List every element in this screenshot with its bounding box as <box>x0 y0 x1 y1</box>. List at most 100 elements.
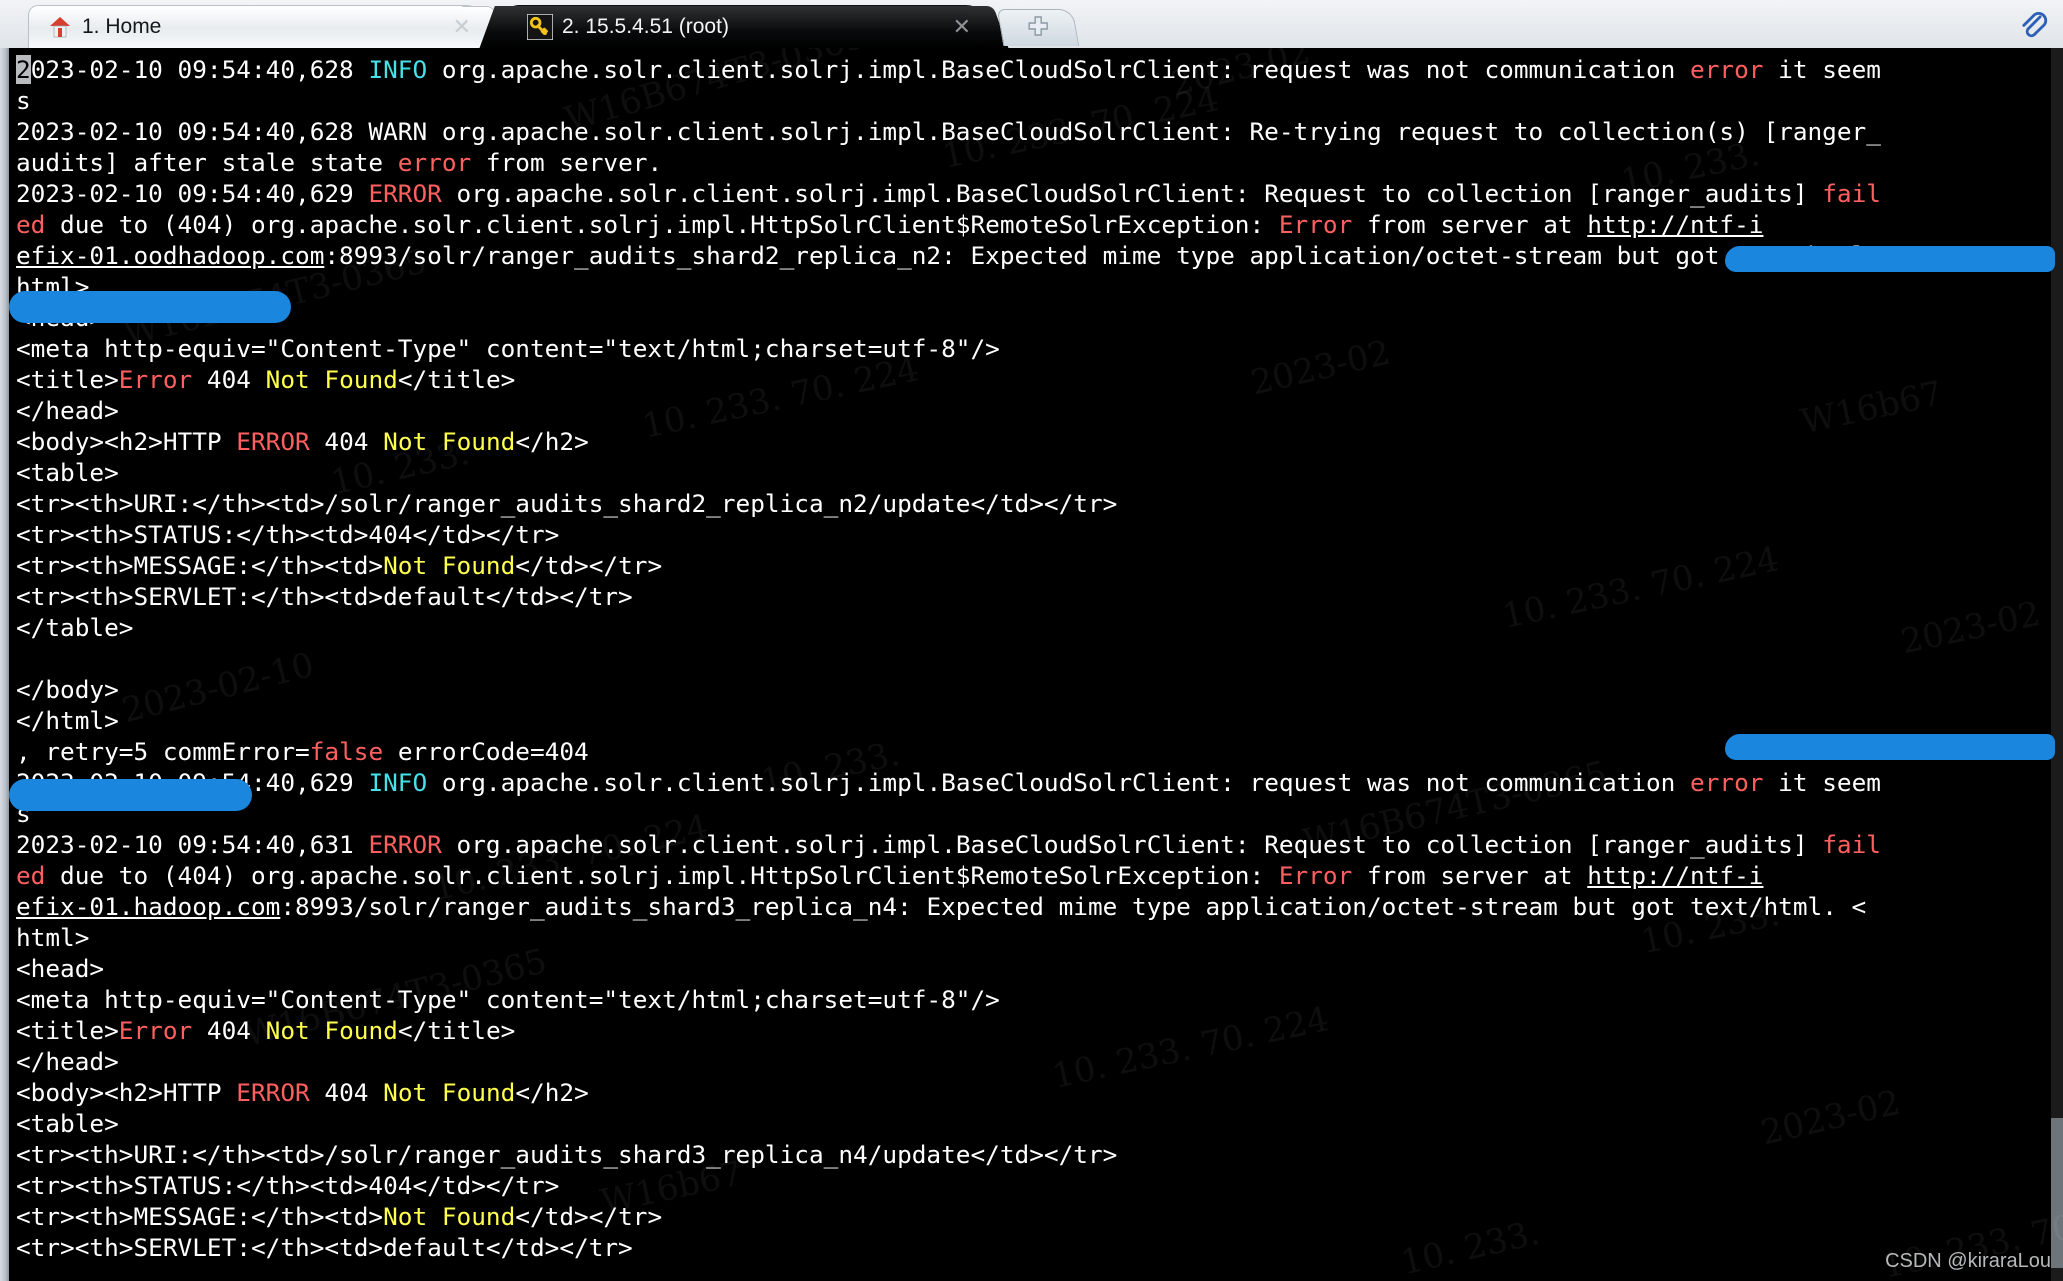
new-tab-button[interactable] <box>996 9 1080 46</box>
terminal-text: ERROR <box>236 427 310 456</box>
terminal-line: ed due to (404) org.apache.solr.client.s… <box>16 209 2051 240</box>
terminal-text: </h2> <box>515 427 589 456</box>
terminal-text: <tr><th>URI:</th><td>/solr/ranger_audits… <box>16 489 1118 518</box>
terminal-text: </head> <box>16 1047 119 1076</box>
terminal-text: from server. <box>471 148 663 177</box>
terminal-line: <body><h2>HTTP ERROR 404 Not Found</h2> <box>16 1077 2051 1108</box>
terminal-url[interactable]: efix-01.oodhadoop.com <box>16 241 324 270</box>
terminal-text: INFO <box>368 55 428 84</box>
terminal-line: 2023-02-10 09:54:40,629 INFO org.apache.… <box>16 767 2051 798</box>
terminal-line: s <box>16 798 2051 829</box>
terminal-line: <head> <box>16 953 2051 984</box>
terminal-text: ERROR <box>236 1078 310 1107</box>
terminal-text: due to (404) org.apache.solr.client.solr… <box>45 210 1279 239</box>
terminal-line: <tr><th>SERVLET:</th><td>default</td></t… <box>16 581 2051 612</box>
terminal-text: Not Found <box>383 551 516 580</box>
terminal-line: </body> <box>16 674 2051 705</box>
terminal-text: Not Found <box>383 427 516 456</box>
terminal-text: <head> <box>16 303 105 332</box>
terminal-text: <table> <box>16 458 119 487</box>
terminal-text: 404 <box>192 365 266 394</box>
terminal-text: fail <box>1822 179 1881 208</box>
terminal-text: 2023-02-10 09:54:40,629 <box>16 179 369 208</box>
terminal-line: <body><h2>HTTP ERROR 404 Not Found</h2> <box>16 426 2051 457</box>
terminal-text: 023-02-10 09:54:40,628 <box>30 55 369 84</box>
terminal-line: <title>Error 404 Not Found</title> <box>16 364 2051 395</box>
terminal-text: <tr><th>SERVLET:</th><td>default</td></t… <box>16 582 633 611</box>
terminal-url[interactable]: efix-01.hadoop.com <box>16 892 280 921</box>
terminal-line: <tr><th>MESSAGE:</th><td>Not Found</td><… <box>16 550 2051 581</box>
terminal-line: <head> <box>16 302 2051 333</box>
terminal-url[interactable]: http://ntf-i <box>1587 861 1763 890</box>
terminal-text: ERROR <box>368 830 442 859</box>
terminal-line: audits] after stale state error from ser… <box>16 147 2051 178</box>
terminal-line: efix-01.hadoop.com:8993/solr/ranger_audi… <box>16 891 2051 922</box>
terminal-text: false <box>309 737 384 766</box>
terminal-line: </table> <box>16 612 2051 643</box>
terminal-text: from server at <box>1352 861 1588 890</box>
terminal-text: <tr><th>SERVLET:</th><td>default</td></t… <box>16 1233 633 1262</box>
terminal-line: 2023-02-10 09:54:40,628 WARN org.apache.… <box>16 116 2051 147</box>
terminal-text: </table> <box>16 613 134 642</box>
terminal-line: </html> <box>16 705 2051 736</box>
terminal-scrollbar[interactable] <box>2051 48 2063 1281</box>
terminal-line: html> <box>16 271 2051 302</box>
terminal-panel[interactable]: W16B674T3-0365 2023-02 10. 233. 70. 224 10.… <box>0 48 2063 1281</box>
home-icon <box>47 14 73 40</box>
terminal-text: s <box>16 86 31 115</box>
close-icon[interactable]: ✕ <box>953 14 971 40</box>
terminal-text: </html> <box>16 706 119 735</box>
scrollbar-thumb[interactable] <box>2051 1118 2063 1268</box>
terminal-line: ed due to (404) org.apache.solr.client.s… <box>16 860 2051 891</box>
terminal-text: <meta http-equiv="Content-Type" content=… <box>16 985 1000 1014</box>
terminal-line: <tr><th>STATUS:</th><td>404</td></tr> <box>16 519 2051 550</box>
terminal-text: </title> <box>397 1016 516 1045</box>
terminal-text: </head> <box>16 396 119 425</box>
terminal-text: Error <box>1278 210 1353 239</box>
terminal-line: <title>Error 404 Not Found</title> <box>16 1015 2051 1046</box>
terminal-text: <tr><th>STATUS:</th><td>404</td></tr> <box>16 1171 560 1200</box>
close-icon[interactable]: ✕ <box>453 14 471 40</box>
terminal-text: org.apache.solr.client.solrj.impl.BaseCl… <box>441 179 1823 208</box>
terminal-line: 2023-02-10 09:54:40,631 ERROR org.apache… <box>16 829 2051 860</box>
terminal-line: html> <box>16 922 2051 953</box>
terminal-line: <table> <box>16 1108 2051 1139</box>
terminal-line: </head> <box>16 395 2051 426</box>
terminal-text: :8993/solr/ranger_audits_shard3_replica_… <box>280 892 1867 921</box>
terminal-text: </td></tr> <box>515 1202 663 1231</box>
terminal-url[interactable]: http://ntf-i <box>1587 210 1763 239</box>
terminal-tab-home[interactable]: 1. Home ✕ <box>28 5 488 48</box>
terminal-text: errorCode=404 <box>383 737 589 766</box>
terminal-text: s <box>16 799 31 828</box>
left-gutter <box>0 48 9 1281</box>
terminal-line: 2023-02-10 09:54:40,629 ERROR org.apache… <box>16 178 2051 209</box>
terminal-text: error <box>1690 768 1764 797</box>
csdn-watermark: CSDN @kiraraLou <box>1885 1250 2051 1272</box>
paperclip-icon[interactable] <box>2013 5 2053 43</box>
terminal-text: </title> <box>397 365 516 394</box>
terminal-line: <tr><th>MESSAGE:</th><td>Not Found</td><… <box>16 1201 2051 1232</box>
terminal-line: s <box>16 85 2051 116</box>
terminal-text: 404 <box>192 1016 266 1045</box>
terminal-text: Not Found <box>265 1016 398 1045</box>
terminal-text: Error <box>118 1016 193 1045</box>
terminal-text: error <box>397 148 472 177</box>
terminal-text: , retry=5 commError= <box>16 737 310 766</box>
terminal-text: 2 <box>16 55 31 84</box>
terminal-output[interactable]: 2023-02-10 09:54:40,628 INFO org.apache.… <box>9 48 2051 1263</box>
terminal-text: </td></tr> <box>515 551 663 580</box>
terminal-text: :8993/solr/ranger_audits_shard2_replica_… <box>324 241 1911 270</box>
terminal-tab-session[interactable]: 2. 15.5.4.51 (root) ✕ <box>508 5 988 48</box>
terminal-line: <tr><th>SERVLET:</th><td>default</td></t… <box>16 1232 2051 1263</box>
terminal-text: ed <box>16 861 46 890</box>
terminal-text: Not Found <box>383 1202 516 1231</box>
terminal-text: org.apache.solr.client.solrj.impl.BaseCl… <box>427 55 1691 84</box>
terminal-text: 2023-02-10 09:54:40,628 WARN org.apache.… <box>16 117 1881 146</box>
terminal-text: <body><h2>HTTP <box>16 427 237 456</box>
terminal-text: it seem <box>1763 768 1881 797</box>
terminal-text: html> <box>16 272 90 301</box>
key-icon <box>527 14 553 40</box>
terminal-line: <meta http-equiv="Content-Type" content=… <box>16 333 2051 364</box>
terminal-line: <table> <box>16 457 2051 488</box>
terminal-text: 2023-02-10 09:54:40,629 <box>16 768 369 797</box>
